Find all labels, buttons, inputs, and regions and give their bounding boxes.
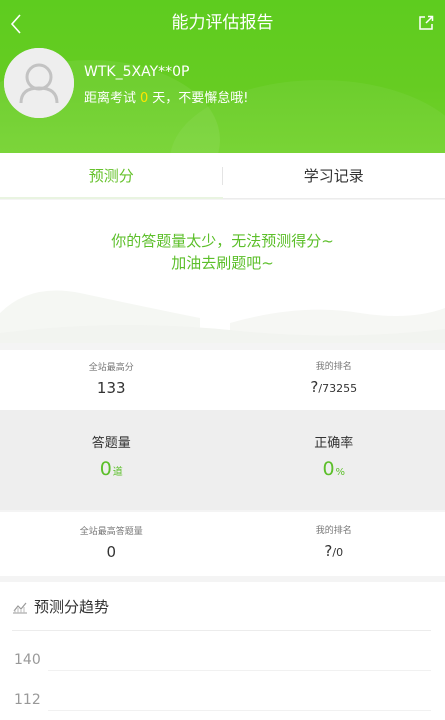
- answered-count-value: 0道: [100, 456, 123, 486]
- stats-row-top: 全站最高分 133 我的排名 ?/73255: [0, 350, 445, 410]
- exam-countdown: 距离考试 0 天，不要懈怠哦!: [84, 87, 249, 106]
- share-button[interactable]: [413, 10, 439, 36]
- page-title: 能力评估报告: [171, 13, 274, 33]
- site-top-score-value: 133: [96, 378, 126, 397]
- grid-line: [48, 670, 431, 671]
- hills-illustration: [0, 290, 445, 343]
- trend-section: 预测分趋势 140 112: [0, 582, 445, 720]
- answered-count-unit: 道: [112, 467, 123, 478]
- tab-study-records[interactable]: 学习记录: [223, 153, 445, 198]
- trend-header: 预测分趋势: [12, 596, 109, 617]
- stats-row-bottom: 全站最高答题量 0 我的排名 ?/0: [0, 512, 445, 576]
- answered-count: 答题量 0道: [0, 410, 223, 510]
- prediction-panel: 你的答题量太少，无法预测得分~ 加油去刷题吧~: [0, 200, 445, 343]
- share-icon: [419, 15, 434, 30]
- avatar[interactable]: [4, 48, 74, 118]
- site-top-answered-value: 0: [106, 542, 117, 561]
- my-rank-answered-total: /0: [332, 545, 344, 559]
- exam-days: 0: [140, 91, 149, 106]
- exam-prefix: 距离考试: [84, 91, 137, 106]
- my-rank-score: 我的排名 ?/73255: [223, 350, 445, 410]
- stats-row-middle: 答题量 0道 正确率 0%: [0, 410, 445, 510]
- site-top-answered-label: 全站最高答题量: [79, 526, 143, 537]
- site-top-score-label: 全站最高分: [88, 362, 134, 373]
- site-top-score: 全站最高分 133: [0, 350, 223, 410]
- tab-divider: [222, 167, 223, 185]
- y-tick-label: 140: [14, 652, 41, 668]
- accuracy-rate-number: 0: [322, 458, 335, 480]
- tab-bar: 预测分 学习记录: [0, 153, 445, 199]
- answered-count-number: 0: [99, 458, 112, 480]
- my-rank-answered-label: 我的排名: [315, 525, 352, 536]
- accuracy-rate-value: 0%: [322, 456, 345, 486]
- grid-line: [48, 710, 431, 711]
- report-header: 能力评估报告 WTK_5XAY**0P 距离考试 0 天，不要懈怠哦!: [0, 0, 445, 153]
- tab-prediction[interactable]: 预测分: [0, 153, 223, 199]
- accuracy-rate-label: 正确率: [314, 436, 354, 451]
- my-rank-score-label: 我的排名: [315, 361, 352, 372]
- my-rank-score-total: /73255: [318, 381, 358, 395]
- y-tick-label: 112: [14, 692, 41, 708]
- answered-count-label: 答题量: [91, 436, 131, 451]
- exam-suffix: 天，不要懈怠哦!: [152, 91, 249, 106]
- site-top-answered: 全站最高答题量 0: [0, 512, 223, 576]
- trend-title: 预测分趋势: [34, 598, 110, 616]
- my-rank-answered-value: ?/0: [324, 540, 343, 564]
- user-name: WTK_5XAY**0P: [84, 64, 190, 80]
- chart-icon: [13, 602, 27, 613]
- accuracy-rate-unit: %: [335, 467, 346, 478]
- user-avatar-icon: [4, 48, 74, 118]
- my-rank-answered: 我的排名 ?/0: [223, 512, 445, 576]
- prediction-line-1: 你的答题量太少，无法预测得分~: [111, 232, 334, 250]
- accuracy-rate: 正确率 0%: [223, 410, 445, 510]
- my-rank-score-value: ?/73255: [310, 376, 357, 400]
- trend-divider: [12, 630, 431, 631]
